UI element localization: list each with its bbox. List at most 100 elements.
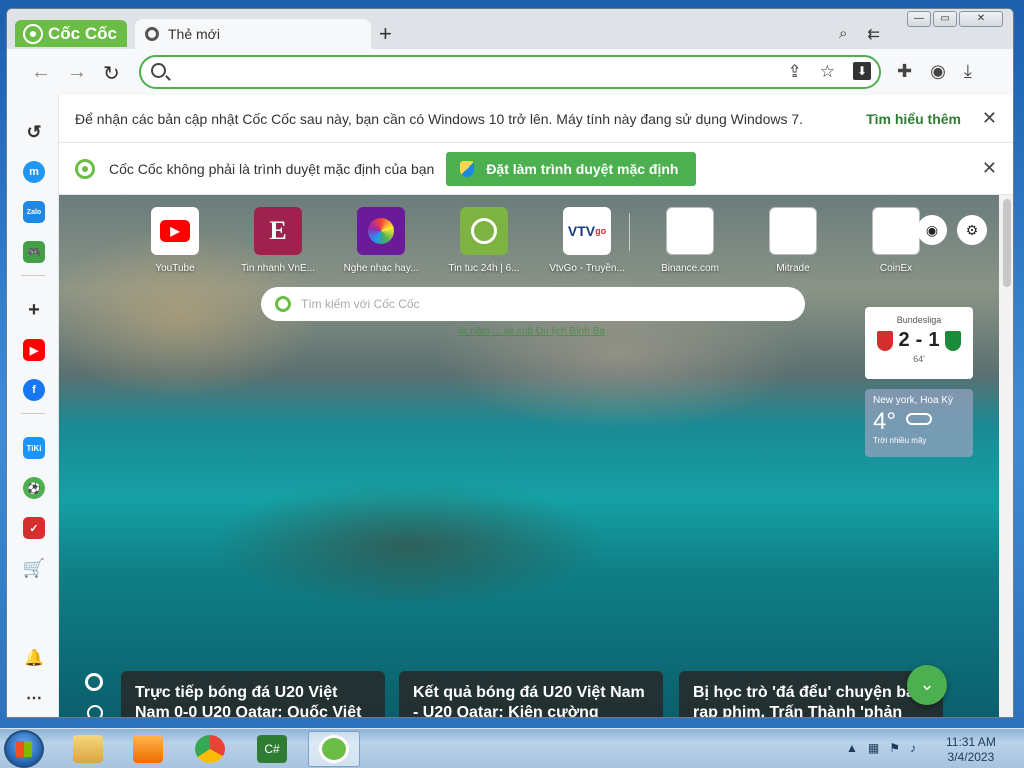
- window-controls: — ▭ ✕: [907, 11, 1003, 27]
- tile-label: Mitrade: [776, 263, 810, 274]
- address-bar[interactable]: ⇪ ☆ ⬇: [139, 55, 881, 89]
- tile-vnexpress[interactable]: E Tin nhanh VnE...: [230, 207, 326, 274]
- browser-window: Cốc Cốc Thẻ mới + ⌕ ⇇ — ▭ ✕ ← → ↻ ⇪ ☆ ⬇: [6, 8, 1014, 718]
- weather-widget[interactable]: New york, Hoa Kỳ 4° Trời nhiều mây: [865, 389, 973, 457]
- forward-icon[interactable]: →: [67, 61, 87, 84]
- media-player-icon: [133, 735, 163, 763]
- default-browser-banner: Cốc Cốc không phải là trình duyệt mặc đị…: [59, 143, 1013, 195]
- tiki-icon[interactable]: TiKi: [23, 437, 45, 459]
- back-icon[interactable]: ←: [31, 61, 51, 84]
- maximize-button[interactable]: ▭: [933, 11, 957, 27]
- taskbar-chrome[interactable]: [184, 731, 236, 767]
- media-download-icon[interactable]: ⬇: [853, 62, 871, 80]
- bookmark-star-icon[interactable]: ☆: [820, 62, 835, 82]
- minimize-button[interactable]: —: [907, 11, 931, 27]
- account-icon[interactable]: ◉: [917, 215, 947, 245]
- scroll-down-button[interactable]: ⌄: [907, 665, 947, 705]
- network-icon[interactable]: ▦: [868, 741, 879, 755]
- info-icon[interactable]: [87, 705, 103, 717]
- tile-mitrade[interactable]: Mitrade: [745, 207, 841, 274]
- news-card[interactable]: Bị học trò 'đá đểu' chuyện bao rạp phim,…: [679, 671, 943, 717]
- football-score-widget[interactable]: Bundesliga 2 - 1 64': [865, 307, 973, 379]
- search-icon: [151, 63, 166, 78]
- weather-condition: Trời nhiều mây: [873, 436, 927, 445]
- clock[interactable]: 11:31 AM 3/4/2023: [946, 735, 996, 765]
- music-icon: [357, 207, 405, 255]
- youtube-icon[interactable]: ▶: [23, 339, 45, 361]
- downloads-icon[interactable]: ⤓: [964, 61, 972, 82]
- coccoc-icon: [75, 158, 95, 179]
- profile-icon[interactable]: ◉: [930, 61, 946, 82]
- omnibox-icons: ⇪ ☆ ⬇: [788, 62, 871, 82]
- cloud-icon: [906, 413, 933, 425]
- weather-temperature: 4°: [873, 408, 896, 435]
- tab-new-tab[interactable]: Thẻ mới: [135, 19, 371, 49]
- folder-icon: [73, 735, 103, 763]
- title-bar: Cốc Cốc Thẻ mới + ⌕ ⇇ — ▭ ✕: [7, 9, 1013, 49]
- reload-icon[interactable]: ↻: [103, 61, 120, 86]
- learn-more-link[interactable]: Tìm hiểu thêm: [866, 111, 961, 127]
- windows-logo-icon: [16, 741, 32, 757]
- tile-vtvgo[interactable]: VTV go VtvGo - Truyền...: [539, 207, 635, 274]
- game-icon[interactable]: 🎮: [23, 241, 45, 263]
- customize-icon[interactable]: ⚙: [957, 215, 987, 245]
- tray-expand-icon[interactable]: ▲: [846, 741, 858, 755]
- settings-gear-icon[interactable]: [85, 673, 103, 691]
- tab-search-icon[interactable]: ⌕: [839, 25, 847, 43]
- news-card[interactable]: Trực tiếp bóng đá U20 Việt Nam 0-0 U20 Q…: [121, 671, 385, 717]
- speed-dial: ▶ YouTube E Tin nhanh VnE... Nghe nhạc h…: [139, 207, 939, 287]
- add-icon[interactable]: +: [23, 299, 45, 321]
- news-card[interactable]: Kết quả bóng đá U20 Việt Nam - U20 Qatar…: [399, 671, 663, 717]
- score-row: 2 - 1: [865, 329, 973, 352]
- coccoc-brand-button[interactable]: Cốc Cốc: [15, 20, 127, 47]
- sidebar-divider: [21, 275, 45, 276]
- mitrade-icon: [769, 207, 817, 255]
- notification-bell-icon[interactable]: 🔔: [23, 647, 45, 669]
- share-icon[interactable]: ⇪: [788, 62, 802, 82]
- taskbar-media-player[interactable]: [122, 731, 174, 767]
- sidebar-toggle-icon[interactable]: ⇇: [867, 25, 880, 43]
- taskbar-csharp[interactable]: C#: [246, 731, 298, 767]
- start-button[interactable]: [4, 730, 44, 768]
- update-text: Để nhận các bản cập nhật Cốc Cốc sau này…: [75, 110, 804, 127]
- action-center-icon[interactable]: ⚑: [889, 741, 900, 755]
- tile-news24h[interactable]: Tin tuc 24h | 6...: [436, 207, 532, 274]
- close-default-banner-icon[interactable]: ✕: [982, 158, 997, 179]
- search-suggestions[interactable]: 4x năm ... xe cub Du lịch Bình Ba: [457, 326, 605, 337]
- tile-music[interactable]: Nghe nhạc hay...: [333, 207, 429, 274]
- zalo-icon[interactable]: Zalo: [23, 201, 45, 223]
- tile-label: Nghe nhạc hay...: [343, 263, 419, 274]
- shopping-cart-icon[interactable]: 🛒: [23, 557, 45, 579]
- ntp-search-box[interactable]: Tìm kiếm với Cốc Cốc: [261, 287, 805, 321]
- coccoc-search-icon: [275, 296, 291, 312]
- taskbar-coccoc[interactable]: [308, 731, 360, 767]
- set-default-button[interactable]: Đặt làm trình duyệt mặc định: [446, 151, 697, 186]
- facebook-icon[interactable]: f: [23, 379, 45, 401]
- update-banner: Để nhận các bản cập nhật Cốc Cốc sau này…: [59, 95, 1013, 143]
- football-icon[interactable]: ⚽: [23, 477, 45, 499]
- close-update-banner-icon[interactable]: ✕: [982, 108, 997, 129]
- scrollbar[interactable]: [999, 195, 1013, 717]
- tile-binance[interactable]: Binance.com: [642, 207, 738, 274]
- title-icons: ⌕ ⇇: [839, 25, 880, 43]
- checkmark-app-icon[interactable]: ✓: [23, 517, 45, 539]
- tile-youtube[interactable]: ▶ YouTube: [127, 207, 223, 274]
- toolbar-right: ✚ ◉ ⤓: [897, 61, 972, 82]
- match-minute: 64': [913, 354, 925, 364]
- score-separator: -: [915, 329, 923, 351]
- chrome-icon: [195, 735, 225, 763]
- more-icon[interactable]: ⋯: [23, 687, 45, 709]
- vnexpress-icon: E: [254, 207, 302, 255]
- extensions-icon[interactable]: ✚: [897, 61, 912, 82]
- tab-title: Thẻ mới: [168, 26, 220, 42]
- messenger-icon[interactable]: m: [23, 161, 45, 183]
- augsburg-crest-icon: [876, 330, 893, 351]
- scrollbar-thumb[interactable]: [1003, 199, 1011, 287]
- close-window-button[interactable]: ✕: [959, 11, 1003, 27]
- history-icon[interactable]: ↺: [23, 121, 45, 143]
- volume-icon[interactable]: ♪: [910, 741, 916, 755]
- tile-label: Binance.com: [661, 263, 719, 274]
- new-tab-button[interactable]: +: [379, 23, 392, 45]
- taskbar-explorer[interactable]: [62, 731, 114, 767]
- toolbar: ← → ↻ ⇪ ☆ ⬇ ✚ ◉ ⤓: [7, 49, 1013, 95]
